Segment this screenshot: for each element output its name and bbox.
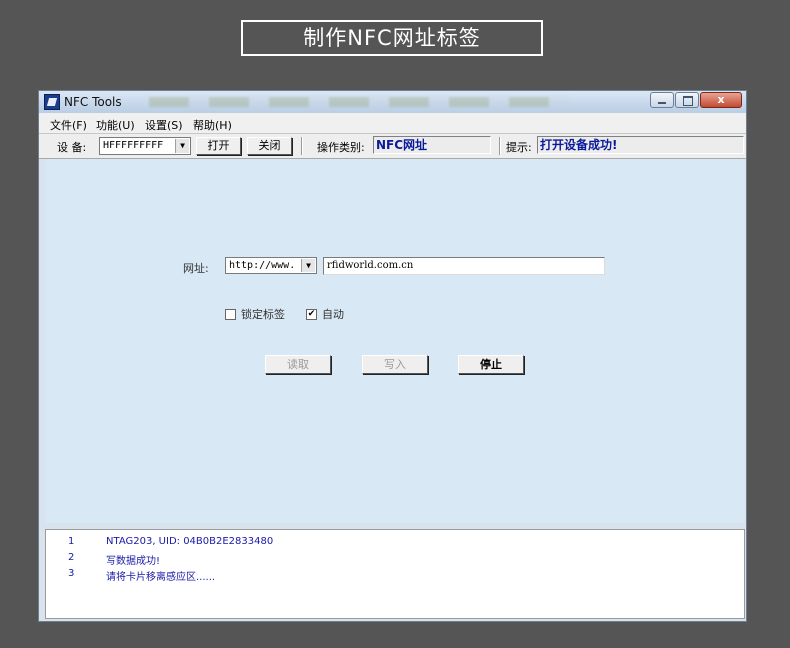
log-row-text: 写数据成功! — [106, 556, 161, 567]
read-button[interactable]: 读取 — [265, 355, 331, 374]
title-bar[interactable]: NFC Tools x — [39, 91, 746, 113]
device-label: 设 备: — [57, 141, 87, 154]
page-banner-title: 制作NFC网址标签 — [241, 20, 543, 56]
window-title: NFC Tools — [64, 95, 122, 109]
log-row-number: 3 — [68, 568, 75, 579]
chevron-down-icon[interactable]: ▼ — [301, 259, 315, 272]
window-controls: x — [649, 92, 742, 108]
write-button[interactable]: 写入 — [362, 355, 428, 374]
menu-function[interactable]: 功能(U) — [96, 117, 135, 133]
url-prefix-select[interactable]: http://www. ▼ — [225, 257, 317, 274]
menu-bar: 文件(F) 功能(U) 设置(S) 帮助(H) — [39, 113, 746, 133]
close-icon: x — [717, 93, 725, 106]
lock-tag-label: 锁定标签 — [241, 308, 285, 321]
hint-field: 打开设备成功! — [537, 136, 744, 154]
toolbar: 设 备: HFFFFFFFFF ▼ 打开 关闭 操作类别: NFC网址 提示: … — [39, 133, 746, 159]
log-panel[interactable]: 1 NTAG203, UID: 04B0B2E2833480 2 写数据成功! … — [45, 529, 745, 619]
operation-type-label: 操作类别: — [317, 141, 365, 154]
url-label: 网址: — [183, 262, 209, 275]
checkbox-unchecked-icon[interactable] — [225, 308, 236, 320]
url-input[interactable]: rfidworld.com.cn — [323, 257, 605, 275]
hint-label: 提示: — [506, 141, 532, 154]
open-device-button[interactable]: 打开 — [196, 137, 241, 155]
toolbar-divider — [499, 137, 501, 155]
log-row-text: 请将卡片移离感应区...... — [106, 572, 216, 583]
log-row-text: NTAG203, UID: 04B0B2E2833480 — [106, 536, 274, 547]
close-window-button[interactable]: x — [700, 92, 742, 108]
checkmark-icon[interactable]: ✔ — [306, 308, 317, 320]
auto-checkbox[interactable]: ✔ 自动 — [306, 306, 344, 322]
nfc-tools-window: NFC Tools x 文件(F) 功能(U) 设置(S) 帮助(H) 设 备:… — [38, 90, 747, 622]
auto-label: 自动 — [322, 308, 344, 321]
menu-help[interactable]: 帮助(H) — [193, 117, 232, 133]
url-prefix-value: http://www. — [229, 260, 296, 271]
lock-tag-checkbox[interactable]: 锁定标签 — [225, 306, 285, 322]
log-row-number: 2 — [68, 552, 75, 563]
stop-button[interactable]: 停止 — [458, 355, 524, 374]
device-select-value: HFFFFFFFFF — [103, 140, 164, 151]
toolbar-divider — [301, 137, 303, 155]
blurred-taskbar-area — [149, 97, 569, 107]
minimize-button[interactable] — [650, 92, 674, 108]
menu-settings[interactable]: 设置(S) — [145, 117, 183, 133]
chevron-down-icon[interactable]: ▼ — [175, 139, 189, 153]
close-device-button[interactable]: 关闭 — [247, 137, 292, 155]
log-row-number: 1 — [68, 536, 75, 547]
app-icon — [44, 94, 60, 110]
device-select[interactable]: HFFFFFFFFF ▼ — [99, 137, 191, 155]
operation-type-field: NFC网址 — [373, 136, 491, 154]
menu-file[interactable]: 文件(F) — [50, 117, 87, 133]
main-panel: 网址: http://www. ▼ rfidworld.com.cn 锁定标签 … — [45, 159, 745, 523]
maximize-button[interactable] — [675, 92, 699, 108]
